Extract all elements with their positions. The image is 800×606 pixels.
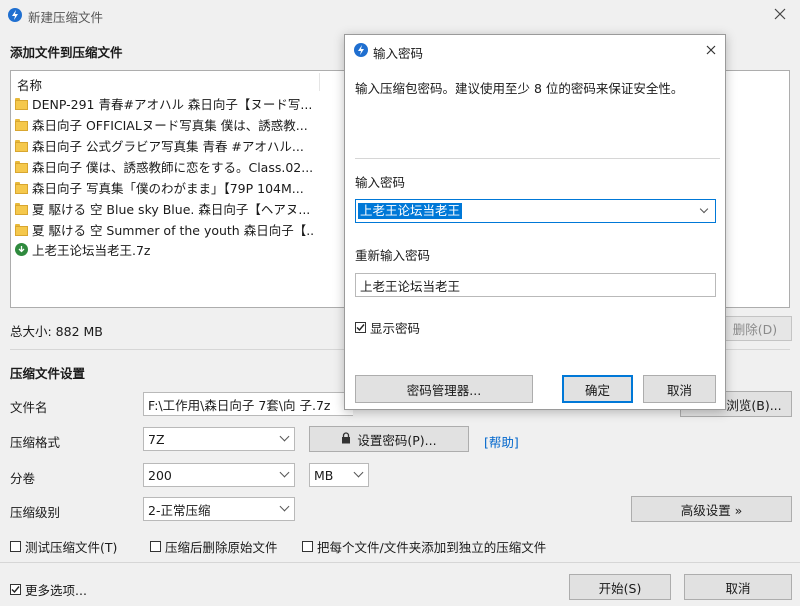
file-name: DENP-291 青春#アオハル 森日向子【ヌード写...: [32, 96, 313, 112]
confirm-password-label: 重新输入密码: [355, 248, 431, 263]
total-size: 总大小: 882 MB: [10, 324, 103, 339]
volume-size-select[interactable]: 200: [143, 463, 295, 487]
password-manager-button[interactable]: 密码管理器...: [355, 375, 533, 403]
more-options-checkbox[interactable]: 更多选项...: [10, 580, 87, 599]
password-dialog: 输入密码 输入压缩包密码。建议使用至少 8 位的密码来保证安全性。 输入密码 上…: [344, 34, 726, 410]
folder-icon: [15, 98, 28, 110]
volume-size-value: 200: [148, 467, 172, 483]
footer-divider: [0, 562, 800, 563]
dialog-cancel-button[interactable]: 取消: [643, 375, 716, 403]
lock-icon: [341, 431, 351, 447]
volume-label: 分卷: [10, 471, 36, 486]
list-item[interactable]: 森日向子 写真集「僕のわがまま」【79P 104M...: [15, 177, 315, 197]
filename-field[interactable]: F:\工作用\森日向子 7套\向 子.7z: [143, 392, 353, 416]
dialog-description: 输入压缩包密码。建议使用至少 8 位的密码来保证安全性。: [355, 81, 684, 96]
folder-icon: [15, 140, 28, 152]
main-close-icon[interactable]: [772, 6, 788, 22]
format-label: 压缩格式: [10, 435, 61, 450]
list-header-divider: [319, 73, 320, 91]
list-item[interactable]: 森日向子 OFFICIALヌード写真集 僕は、誘惑教...: [15, 114, 315, 134]
set-password-button[interactable]: 设置密码(P)...: [309, 426, 469, 452]
test-archive-checkbox[interactable]: 测试压缩文件(T): [10, 537, 117, 556]
password-combo[interactable]: 上老王论坛当老王: [355, 199, 716, 223]
folder-icon: [15, 182, 28, 194]
dialog-title: 输入密码: [373, 46, 424, 61]
level-label: 压缩级别: [10, 505, 61, 520]
list-item[interactable]: 上老王论坛当老王.7z: [15, 239, 315, 259]
archive-icon: [15, 242, 28, 256]
start-button[interactable]: 开始(S): [569, 574, 671, 600]
dialog-logo-icon: [354, 43, 368, 57]
settings-section-title: 压缩文件设置: [10, 366, 86, 381]
main-cancel-button[interactable]: 取消: [684, 574, 792, 600]
password-input[interactable]: 上老王论坛当老王: [358, 203, 463, 219]
folder-icon: [15, 161, 28, 173]
app-logo-icon: [8, 8, 22, 22]
volume-unit-select[interactable]: MB: [309, 463, 369, 487]
chevron-down-icon: [279, 467, 290, 478]
password-label: 输入密码: [355, 175, 406, 190]
level-value: 2-正常压缩: [148, 502, 211, 518]
dialog-divider: [355, 158, 720, 159]
folder-icon: [15, 119, 28, 131]
volume-unit-value: MB: [314, 467, 334, 483]
delete-after-checkbox[interactable]: 压缩后删除原始文件: [150, 537, 278, 556]
list-header-name[interactable]: 名称: [17, 75, 42, 94]
show-password-checkbox[interactable]: 显示密码: [355, 318, 420, 337]
help-link[interactable]: [帮助]: [484, 432, 519, 451]
list-item[interactable]: DENP-291 青春#アオハル 森日向子【ヌード写...: [15, 93, 315, 113]
main-titlebar: 新建压缩文件: [0, 0, 800, 30]
file-name: 森日向子 OFFICIALヌード写真集 僕は、誘惑教...: [32, 117, 308, 133]
file-name: 森日向子 公式グラビア写真集 青春 #アオハル...: [32, 138, 304, 154]
file-name: 森日向子 写真集「僕のわがまま」【79P 104M...: [32, 180, 304, 196]
chevron-down-icon[interactable]: [699, 204, 709, 214]
confirm-password-input[interactable]: 上老王论坛当老王: [355, 273, 716, 297]
list-item[interactable]: 森日向子 僕は、誘惑教師に恋をする。Class.02...: [15, 156, 315, 176]
file-name: 上老王论坛当老王.7z: [32, 242, 151, 258]
main-window-title: 新建压缩文件: [28, 10, 104, 25]
file-name: 夏 駆ける 空 Blue sky Blue. 森日向子【ヘアヌ...: [32, 201, 311, 217]
separate-archives-checkbox[interactable]: 把每个文件/文件夹添加到独立的压缩文件: [302, 537, 546, 556]
level-select[interactable]: 2-正常压缩: [143, 497, 295, 521]
add-files-section-title: 添加文件到压缩文件: [10, 45, 123, 60]
list-item[interactable]: 森日向子 公式グラビア写真集 青春 #アオハル...: [15, 135, 315, 155]
format-select[interactable]: 7Z: [143, 427, 295, 451]
folder-icon: [15, 224, 28, 236]
list-item[interactable]: 夏 駆ける 空 Summer of the youth 森日向子【...: [15, 219, 315, 239]
file-name: 夏 駆ける 空 Summer of the youth 森日向子【...: [32, 222, 315, 238]
format-value: 7Z: [148, 431, 165, 447]
file-name: 森日向子 僕は、誘惑教師に恋をする。Class.02...: [32, 159, 314, 175]
filename-label: 文件名: [10, 400, 48, 415]
chevron-down-icon: [353, 467, 364, 478]
dialog-ok-button[interactable]: 确定: [562, 375, 633, 403]
list-item[interactable]: 夏 駆ける 空 Blue sky Blue. 森日向子【ヘアヌ...: [15, 198, 315, 218]
set-password-label: 设置密码(P)...: [357, 432, 437, 448]
folder-icon: [15, 203, 28, 215]
dialog-close-icon[interactable]: [703, 42, 719, 58]
chevron-down-icon: [279, 501, 290, 512]
advanced-settings-button[interactable]: 高级设置 »: [631, 496, 792, 522]
chevron-down-icon: [279, 431, 290, 442]
